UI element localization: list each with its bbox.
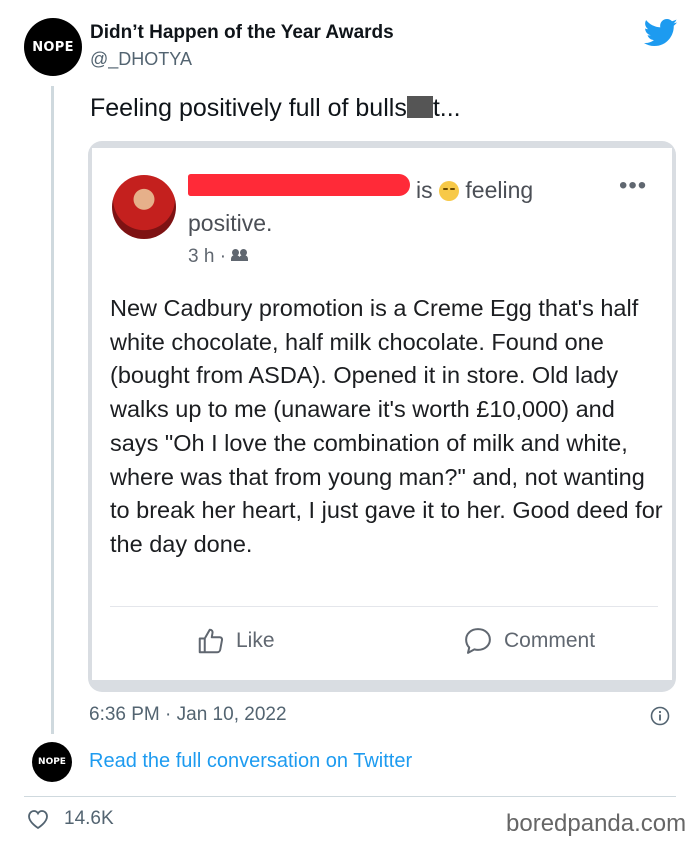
like-action: Like bbox=[196, 626, 275, 656]
tweet-text-end: t... bbox=[432, 94, 461, 122]
watermark: boredpanda.com bbox=[506, 810, 687, 837]
attached-image[interactable]: is feeling positive. ••• 3 h · New Cadbur… bbox=[88, 141, 676, 692]
thread-line bbox=[51, 86, 54, 734]
more-options-icon: ••• bbox=[619, 172, 648, 199]
post-time: 3 h · bbox=[188, 246, 227, 267]
friends-audience-icon bbox=[231, 249, 249, 261]
footer-divider bbox=[24, 796, 676, 797]
status-feeling-word: positive. bbox=[188, 210, 273, 236]
post-divider bbox=[110, 606, 658, 607]
like-count: 14.6K bbox=[64, 808, 114, 829]
account-avatar[interactable]: NOPE bbox=[24, 18, 82, 76]
like-button[interactable]: 14.6K bbox=[26, 808, 114, 830]
tweet-text: Feeling positively full of bulls t... bbox=[90, 94, 461, 123]
censor-block bbox=[406, 96, 433, 118]
like-label: Like bbox=[236, 629, 275, 652]
facebook-post: is feeling positive. ••• 3 h · New Cadbur… bbox=[92, 148, 672, 680]
info-icon[interactable] bbox=[650, 706, 670, 726]
tweet-timestamp[interactable]: 6:36 PM · Jan 10, 2022 bbox=[89, 704, 287, 726]
heart-icon bbox=[28, 810, 48, 830]
post-status: is feeling positive. bbox=[188, 174, 618, 240]
status-is: is bbox=[416, 177, 433, 203]
profile-photo bbox=[112, 175, 176, 239]
status-feeling: feeling bbox=[465, 177, 534, 203]
thumbs-up-icon bbox=[198, 628, 224, 654]
user-handle[interactable]: @_DHOTYA bbox=[90, 49, 192, 70]
reply-avatar[interactable]: NOPE bbox=[32, 742, 72, 782]
comment-label: Comment bbox=[504, 629, 596, 652]
display-name[interactable]: Didn’t Happen of the Year Awards bbox=[90, 22, 394, 44]
relieved-emoji-icon bbox=[439, 181, 460, 201]
comment-action: Comment bbox=[462, 626, 595, 656]
post-body: New Cadbury promotion is a Creme Egg tha… bbox=[110, 295, 663, 557]
post-meta: 3 h · bbox=[188, 246, 249, 268]
read-conversation-link[interactable]: Read the full conversation on Twitter bbox=[89, 750, 412, 773]
twitter-bird-icon[interactable] bbox=[644, 18, 678, 48]
tweet-text-start: Feeling positively full of bulls bbox=[90, 94, 407, 122]
comment-bubble-icon bbox=[465, 628, 491, 654]
